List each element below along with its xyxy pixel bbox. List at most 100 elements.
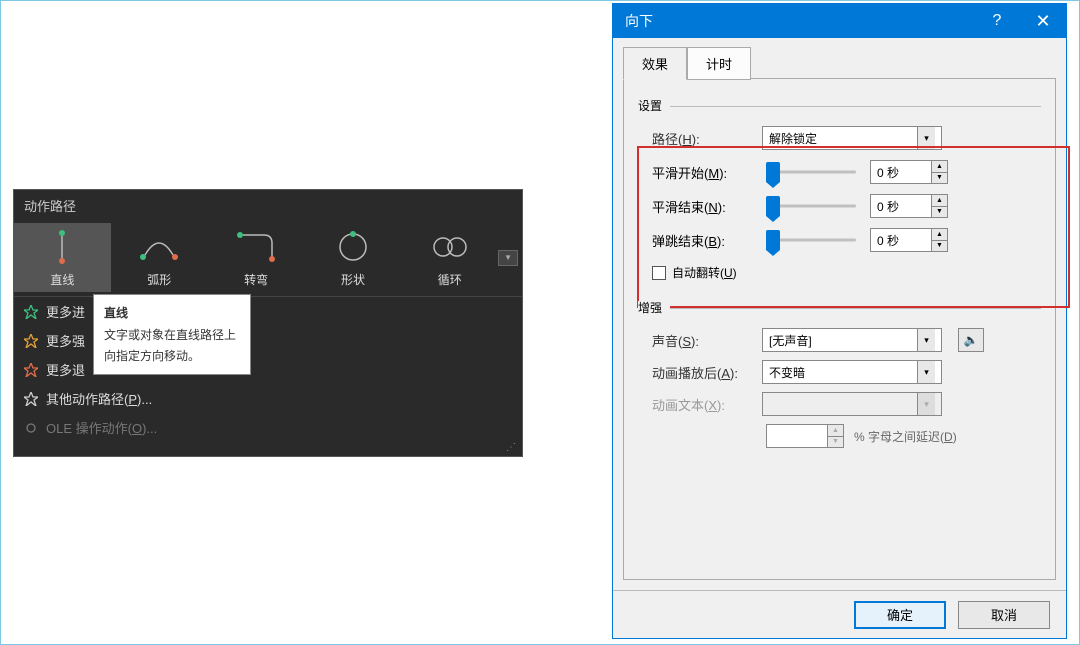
chevron-down-icon: ▾ [917, 127, 935, 149]
star-icon [24, 363, 38, 377]
tab-effect[interactable]: 效果 [623, 47, 687, 80]
group-settings: 设置 [638, 97, 1041, 114]
spinner-down-icon[interactable]: ▼ [932, 207, 947, 218]
list-label: OLE 操作动作(O)... [46, 418, 157, 437]
motion-path-panel: 动作路径 直线 弧形 转弯 形状 [13, 189, 523, 457]
slider-smooth-start[interactable] [766, 162, 856, 182]
path-item-arc[interactable]: 弧形 [111, 223, 208, 292]
row-auto-reverse: 自动翻转(U) [652, 264, 1041, 281]
slider-smooth-end[interactable] [766, 196, 856, 216]
spinner-bounce-end[interactable]: 0 秒 ▲▼ [870, 228, 948, 252]
star-icon [24, 392, 38, 406]
list-label: 更多进 [46, 302, 85, 321]
dialog-title: 向下 [625, 11, 653, 31]
row-after-animation: 动画播放后(A): 不变暗 ▾ [652, 360, 1041, 384]
dropdown-animate-text: ▾ [762, 392, 942, 416]
motion-path-list: 更多进 更多强 更多退 其他动作路径(P)... OLE 操作动作(O)... [14, 296, 522, 442]
tab-pane: 设置 路径(H): 解除锁定 ▾ 平滑开始(M): 0 秒 ▲▼ [623, 78, 1056, 580]
dialog-body: 效果 计时 设置 路径(H): 解除锁定 ▾ 平滑开始(M): 0 秒 [613, 38, 1066, 590]
sound-volume-button[interactable]: 🔈 [958, 328, 984, 352]
help-button[interactable]: ? [974, 4, 1020, 38]
label-path: 路径(H): [652, 129, 752, 148]
tooltip-desc: 文字或对象在直线路径上向指定方向移动。 [104, 325, 240, 366]
spinner-smooth-end[interactable]: 0 秒 ▲▼ [870, 194, 948, 218]
motion-path-row: 直线 弧形 转弯 形状 循环 ▼ [14, 221, 522, 296]
dropdown-value: 解除锁定 [769, 130, 817, 147]
slider-bounce-end[interactable] [766, 230, 856, 250]
gear-icon [24, 421, 38, 435]
tab-strip: 效果 计时 [623, 46, 1056, 79]
row-sound: 声音(S): [无声音] ▾ 🔈 [652, 328, 1041, 352]
path-label: 形状 [305, 271, 402, 288]
row-letter-delay: ▲▼ % 字母之间延迟(D) [766, 424, 1041, 448]
list-item[interactable]: 更多进 [14, 297, 522, 326]
list-item-ole-action: OLE 操作动作(O)... [14, 413, 522, 442]
loop-icon [426, 229, 474, 265]
row-path: 路径(H): 解除锁定 ▾ [652, 126, 1041, 150]
ok-button[interactable]: 确定 [854, 601, 946, 629]
path-label: 转弯 [208, 271, 305, 288]
label-smooth-end: 平滑结束(N): [652, 197, 752, 216]
spinner-down-icon[interactable]: ▼ [932, 241, 947, 252]
label-sound: 声音(S): [652, 331, 752, 350]
panel-resize-grip[interactable]: ⋰ [14, 442, 522, 456]
list-item[interactable]: 更多强 [14, 326, 522, 355]
dropdown-path[interactable]: 解除锁定 ▾ [762, 126, 942, 150]
path-label: 直线 [14, 271, 111, 288]
spinner-smooth-start[interactable]: 0 秒 ▲▼ [870, 160, 948, 184]
effect-options-dialog: 向下 ? ✕ 效果 计时 设置 路径(H): 解除锁定 ▾ 平滑开始(M): [612, 3, 1067, 639]
spinner-up-icon[interactable]: ▲ [932, 161, 947, 173]
chevron-down-icon: ▾ [917, 361, 935, 383]
path-label: 循环 [401, 271, 498, 288]
dropdown-after-animation[interactable]: 不变暗 ▾ [762, 360, 942, 384]
path-item-turn[interactable]: 转弯 [208, 223, 305, 292]
panel-title: 动作路径 [14, 190, 522, 221]
label-letter-delay: % 字母之间延迟(D) [854, 428, 957, 445]
dialog-titlebar: 向下 ? ✕ [613, 4, 1066, 38]
spinner-up-icon[interactable]: ▲ [932, 229, 947, 241]
spinner-up-icon[interactable]: ▲ [932, 195, 947, 207]
path-item-line[interactable]: 直线 [14, 223, 111, 292]
tab-timing[interactable]: 计时 [687, 47, 751, 80]
row-smooth-start: 平滑开始(M): 0 秒 ▲▼ [652, 160, 1041, 184]
spinner-letter-delay: ▲▼ [766, 424, 844, 448]
group-enhance: 增强 [638, 299, 1041, 316]
speaker-icon: 🔈 [964, 333, 979, 347]
chevron-down-icon: ▾ [917, 329, 935, 351]
list-label: 更多强 [46, 331, 85, 350]
label-after-animation: 动画播放后(A): [652, 363, 752, 382]
line-icon [38, 229, 86, 265]
turn-icon [232, 229, 280, 265]
row-smooth-end: 平滑结束(N): 0 秒 ▲▼ [652, 194, 1041, 218]
list-item[interactable]: 更多退 [14, 355, 522, 384]
list-item-other-paths[interactable]: 其他动作路径(P)... [14, 384, 522, 413]
spinner-down-icon: ▼ [828, 437, 843, 448]
close-button[interactable]: ✕ [1020, 4, 1066, 38]
chevron-down-icon: ▾ [917, 393, 935, 415]
label-animate-text: 动画文本(X): [652, 395, 752, 414]
dropdown-value: 不变暗 [769, 364, 805, 381]
label-auto-reverse: 自动翻转(U) [672, 264, 737, 281]
arc-icon [135, 229, 183, 265]
shape-icon [329, 229, 377, 265]
star-icon [24, 334, 38, 348]
star-icon [24, 305, 38, 319]
gallery-more-button[interactable]: ▼ [498, 250, 518, 266]
spinner-up-icon: ▲ [828, 425, 843, 437]
path-label: 弧形 [111, 271, 208, 288]
path-item-shape[interactable]: 形状 [305, 223, 402, 292]
dropdown-value: [无声音] [769, 332, 812, 349]
label-smooth-start: 平滑开始(M): [652, 163, 752, 182]
label-bounce-end: 弹跳结束(B): [652, 231, 752, 250]
list-label: 更多退 [46, 360, 85, 379]
row-bounce-end: 弹跳结束(B): 0 秒 ▲▼ [652, 228, 1041, 252]
dropdown-sound[interactable]: [无声音] ▾ [762, 328, 942, 352]
checkbox-auto-reverse[interactable] [652, 266, 666, 280]
cancel-button[interactable]: 取消 [958, 601, 1050, 629]
tooltip-title: 直线 [104, 303, 240, 323]
tooltip: 直线 文字或对象在直线路径上向指定方向移动。 [93, 294, 251, 375]
list-label: 其他动作路径(P)... [46, 389, 152, 408]
spinner-down-icon[interactable]: ▼ [932, 173, 947, 184]
row-animate-text: 动画文本(X): ▾ [652, 392, 1041, 416]
path-item-loop[interactable]: 循环 [401, 223, 498, 292]
